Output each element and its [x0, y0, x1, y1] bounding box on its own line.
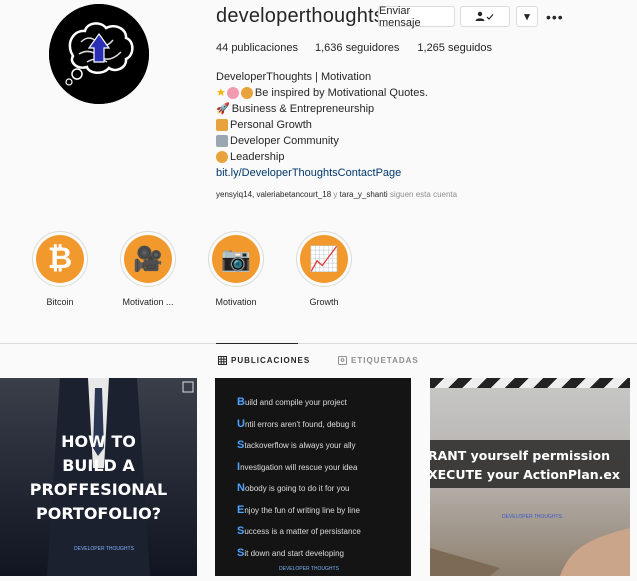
- bitcoin-icon: ₿: [36, 235, 84, 283]
- trophy-icon: [216, 119, 228, 131]
- post-action-plan[interactable]: RANT yourself permission XECUTE your Act…: [430, 378, 630, 576]
- camera-icon: 📷: [212, 235, 260, 283]
- highlight-label: Bitcoin: [46, 297, 74, 307]
- post-portfolio[interactable]: HOW TO BUILD A PROFFESIONAL PORTOFOLIO? …: [0, 378, 197, 576]
- bio-text-4: Developer Community: [230, 135, 339, 147]
- following-button[interactable]: [460, 6, 510, 27]
- acrostic-line: Until errors aren't found, debug it: [237, 417, 356, 430]
- bio-link[interactable]: bit.ly/DeveloperThoughtsContactPage: [216, 165, 476, 181]
- highlight-motivation[interactable]: 📷 Motivation: [191, 231, 281, 307]
- growth-chart-icon: 📈: [300, 235, 348, 283]
- followed-by-users: yensyiq14, valeriabetancourt_18: [216, 190, 332, 199]
- acrostic-line: Investigation will rescue your idea: [237, 460, 358, 473]
- highlight-ring: 📈: [296, 231, 352, 287]
- bio-text-5: Leadership: [230, 151, 285, 163]
- profile-bio: DeveloperThoughts | Motivation ★ Be insp…: [216, 69, 476, 181]
- profile-stats: 44 publicaciones 1,636 seguidores 1,265 …: [216, 42, 492, 54]
- followed-by-user3: tara_y_shanti: [339, 190, 388, 199]
- active-tab-indicator: [216, 343, 298, 344]
- highlight-growth[interactable]: 📈 Growth: [279, 231, 369, 307]
- acrostic-line: Nobody is going to do it for you: [237, 482, 350, 494]
- post-title-line: HOW TO: [61, 432, 136, 451]
- bio-text-1: Be inspired by Motivational Quotes.: [254, 87, 428, 99]
- more-options-icon[interactable]: •••: [546, 9, 564, 25]
- tab-tagged-label: ETIQUETADAS: [351, 356, 419, 365]
- posts-label: publicaciones: [231, 42, 298, 54]
- profile-username: developerthoughts: [216, 5, 384, 27]
- highlight-ring: ₿: [32, 231, 88, 287]
- profile-display-name: DeveloperThoughts | Motivation: [216, 71, 372, 83]
- medal-icon: [216, 151, 228, 163]
- post-business-acrostic[interactable]: Build and compile your project Until err…: [215, 378, 411, 576]
- highlight-label: Motivation ...: [122, 297, 174, 307]
- tab-tagged[interactable]: ETIQUETADAS: [338, 356, 419, 365]
- tab-posts[interactable]: PUBLICACIONES: [218, 356, 310, 365]
- followers-label: seguidores: [345, 42, 400, 54]
- tab-posts-label: PUBLICACIONES: [231, 356, 311, 365]
- post-title-line: PROFFESIONAL: [29, 480, 168, 499]
- highlight-ring: 📷: [208, 231, 264, 287]
- bio-line: 🚀 Business & Entrepreneurship: [216, 101, 476, 117]
- posts-count: 44: [216, 42, 229, 54]
- following-stat[interactable]: 1,265 seguidos: [417, 42, 492, 54]
- followed-by-suffix: siguen esta cuenta: [389, 190, 458, 199]
- bio-text-3: Personal Growth: [230, 119, 312, 131]
- post-watermark: DEVELOPER THOUGHTS: [74, 546, 134, 552]
- tag-icon: [338, 356, 347, 365]
- star-icon: ★: [216, 87, 226, 99]
- acrostic-line: Build and compile your project: [237, 396, 347, 408]
- followers-count: 1,636: [314, 42, 343, 54]
- technologist-icon: [216, 135, 228, 147]
- posts-stat[interactable]: 44 publicaciones: [216, 42, 298, 54]
- suggested-dropdown-button[interactable]: ▾: [516, 6, 538, 27]
- acrostic-text: Build and compile your project Until err…: [237, 392, 361, 564]
- following-count: 1,265: [417, 42, 445, 54]
- highlight-bitcoin[interactable]: ₿ Bitcoin: [15, 231, 105, 307]
- acrostic-line: Success is a matter of persistance: [237, 525, 361, 537]
- acrostic-line: Enjoy the fun of writing line by line: [237, 503, 360, 516]
- bio-text-2: Business & Entrepreneurship: [231, 103, 375, 115]
- acrostic-line: Stackoverflow is always your ally: [237, 439, 356, 451]
- bio-line: Leadership: [216, 149, 476, 165]
- tabs-divider: [0, 343, 637, 344]
- profile-avatar[interactable]: [49, 4, 149, 104]
- brain-logo-icon: [49, 4, 149, 104]
- person-check-icon: [475, 11, 494, 21]
- bio-line: ★ Be inspired by Motivational Quotes.: [216, 85, 476, 101]
- grid-icon: [218, 356, 227, 365]
- brain-icon: [226, 87, 239, 99]
- following-label: seguidos: [447, 42, 493, 54]
- followed-by[interactable]: yensyiq14, valeriabetancourt_18 y tara_y…: [216, 190, 457, 199]
- post-watermark: DEVELOPER THOUGHTS: [279, 566, 339, 572]
- post-watermark: DEVELOPER THOUGHTS: [502, 514, 562, 520]
- acrostic-line: Sit down and start developing: [237, 546, 344, 559]
- post-title-line: PORTOFOLIO?: [35, 504, 161, 523]
- post-title: HOW TO BUILD A PROFFESIONAL PORTOFOLIO?: [0, 430, 197, 526]
- highlight-label: Motivation: [215, 297, 257, 307]
- camera-film-icon: 🎥: [124, 235, 172, 283]
- highlight-ring: 🎥: [120, 231, 176, 287]
- hand-image: [430, 528, 630, 576]
- bio-line: Developer Community: [216, 133, 476, 149]
- followers-stat[interactable]: 1,636 seguidores: [315, 42, 399, 54]
- followed-by-and: y: [333, 190, 338, 199]
- post-title-line: BUILD A: [62, 456, 135, 475]
- rocket-icon: 🚀: [216, 103, 230, 115]
- bio-line: Personal Growth: [216, 117, 476, 133]
- medal-icon: [240, 87, 253, 99]
- send-message-button[interactable]: Enviar mensaje: [378, 5, 455, 29]
- highlight-label: Growth: [309, 297, 339, 307]
- highlight-motivation-video[interactable]: 🎥 Motivation ...: [103, 231, 193, 307]
